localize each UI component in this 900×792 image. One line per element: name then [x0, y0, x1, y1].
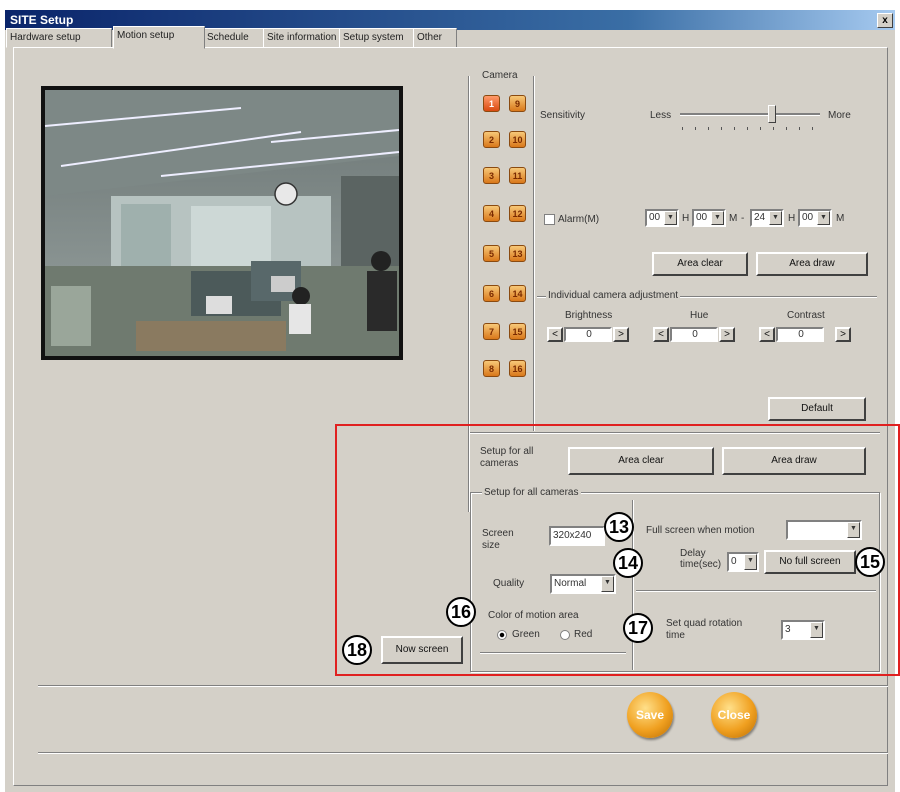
chevron-down-icon: ▼ [769, 211, 782, 225]
camera-button-8[interactable]: 8 [483, 360, 500, 377]
hue-value: 0 [670, 327, 718, 342]
brightness-increase-button[interactable]: > [613, 327, 629, 342]
alarm-label: Alarm(M) [558, 214, 600, 225]
slider-thumb[interactable] [768, 105, 776, 123]
callout-17: 17 [623, 613, 653, 643]
camera-button-9[interactable]: 9 [509, 95, 526, 112]
contrast-increase-button[interactable]: > [835, 327, 851, 342]
contrast-decrease-button[interactable]: < [759, 327, 775, 342]
tab-schedule[interactable]: Schedule [203, 28, 265, 48]
highlight-box [335, 424, 900, 676]
area-draw-button[interactable]: Area draw [756, 252, 868, 276]
close-window-icon[interactable]: x [877, 13, 893, 28]
hue-increase-button[interactable]: > [719, 327, 735, 342]
hue-decrease-button[interactable]: < [653, 327, 669, 342]
camera-button-16[interactable]: 16 [509, 360, 526, 377]
default-button[interactable]: Default [768, 397, 866, 421]
close-button[interactable]: Close [711, 692, 757, 738]
alarm-from-hour-select[interactable]: 00 ▼ [645, 209, 679, 227]
alarm-to-hour-select[interactable]: 24 ▼ [750, 209, 784, 227]
window-title: SITE Setup [10, 13, 74, 27]
alarm-from-minute-select[interactable]: 00 ▼ [692, 209, 726, 227]
tab-setup-system[interactable]: Setup system [339, 28, 415, 48]
sensitivity-more-label: More [828, 110, 851, 121]
alarm-to-hour-value: 24 [754, 212, 766, 223]
alarm-m2-label: M [836, 213, 845, 224]
alarm-to-minute-select[interactable]: 00 ▼ [798, 209, 832, 227]
individual-adjust-title: Individual camera adjustment [546, 290, 681, 301]
alarm-m-label: M [729, 213, 738, 224]
camera-button-3[interactable]: 3 [483, 167, 500, 184]
camera-button-6[interactable]: 6 [483, 285, 500, 302]
alarm-to-minute-value: 00 [802, 212, 814, 223]
camera-button-14[interactable]: 14 [509, 285, 526, 302]
camera-button-4[interactable]: 4 [483, 205, 500, 222]
slider-track [680, 113, 820, 116]
camera-button-11[interactable]: 11 [509, 167, 526, 184]
callout-14: 14 [613, 548, 643, 578]
brightness-decrease-button[interactable]: < [547, 327, 563, 342]
contrast-value: 0 [776, 327, 824, 342]
chevron-down-icon: ▼ [817, 211, 830, 225]
slider-ticks [682, 127, 818, 130]
save-button[interactable]: Save [627, 692, 673, 738]
camera-button-13[interactable]: 13 [509, 245, 526, 262]
tab-hardware-setup[interactable]: Hardware setup [6, 28, 112, 48]
sensitivity-less-label: Less [650, 110, 672, 121]
chevron-down-icon: ▼ [664, 211, 677, 225]
area-clear-button[interactable]: Area clear [652, 252, 748, 276]
camera-button-7[interactable]: 7 [483, 323, 500, 340]
camera-button-12[interactable]: 12 [509, 205, 526, 222]
tab-motion-setup[interactable]: Motion setup [113, 26, 205, 49]
alarm-h-label: H [682, 213, 690, 224]
sensitivity-label: Sensitivity [540, 110, 586, 121]
alarm-h2-label: H [788, 213, 796, 224]
camera-preview[interactable] [41, 86, 403, 360]
tab-site-information[interactable]: Site information [263, 28, 341, 48]
sensitivity-slider[interactable] [680, 103, 820, 133]
callout-13: 13 [604, 512, 634, 542]
camera-button-2[interactable]: 2 [483, 131, 500, 148]
camera-button-15[interactable]: 15 [509, 323, 526, 340]
chevron-down-icon: ▼ [711, 211, 724, 225]
status-divider [38, 752, 888, 754]
tab-other[interactable]: Other [413, 28, 457, 48]
callout-15: 15 [855, 547, 885, 577]
callout-16: 16 [446, 597, 476, 627]
alarm-checkbox[interactable] [544, 214, 555, 225]
alarm-from-hour-value: 00 [649, 212, 661, 223]
hue-label: Hue [690, 310, 709, 321]
brightness-value: 0 [564, 327, 612, 342]
camera-button-10[interactable]: 10 [509, 131, 526, 148]
camera-preview-image [44, 90, 400, 356]
camera-button-5[interactable]: 5 [483, 245, 500, 262]
alarm-from-minute-value: 00 [696, 212, 708, 223]
camera-button-1[interactable]: 1 [483, 95, 500, 112]
bottom-divider [38, 685, 888, 687]
camera-list-divider [533, 76, 535, 431]
callout-18: 18 [342, 635, 372, 665]
alarm-dash: - [741, 213, 745, 224]
camera-group-label: Camera [482, 70, 518, 81]
contrast-label: Contrast [787, 310, 825, 321]
brightness-label: Brightness [565, 310, 613, 321]
